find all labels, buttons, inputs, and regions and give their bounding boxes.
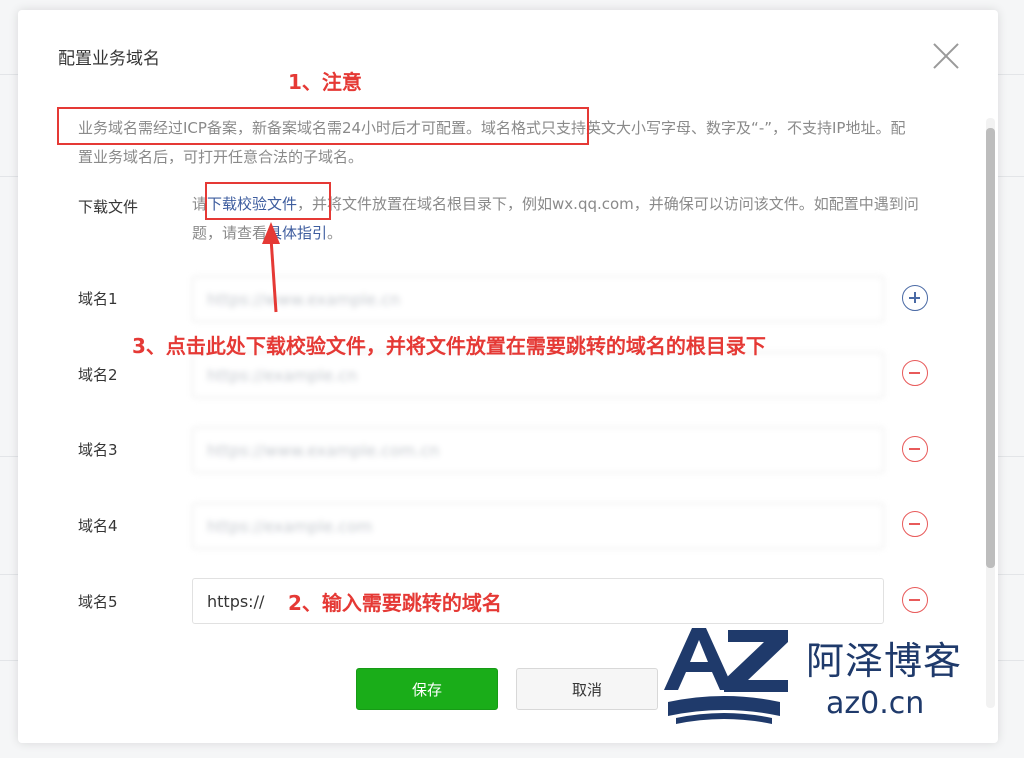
download-file-label: 下载文件 [78, 198, 139, 216]
annotation-box-notice [57, 107, 589, 145]
annotation-note-1: 1、注意 [288, 70, 362, 94]
annotation-box-download [205, 182, 331, 220]
add-domain-icon[interactable] [902, 285, 928, 311]
domain-1-input[interactable] [192, 276, 884, 322]
download-suffix: 。 [327, 224, 343, 242]
domain-3-input[interactable] [192, 427, 884, 473]
dialog-title: 配置业务域名 [58, 49, 160, 69]
remove-domain-icon[interactable] [902, 360, 928, 386]
scrollbar-thumb[interactable] [986, 128, 995, 568]
az-logo-icon [664, 628, 788, 724]
domain-3-label: 域名3 [78, 441, 118, 459]
watermark-name: 阿泽博客 [806, 639, 963, 683]
domain-2-label: 域名2 [78, 366, 118, 384]
watermark-domain: az0.cn [826, 686, 925, 721]
save-button[interactable]: 保存 [356, 668, 498, 710]
annotation-note-3: 3、点击此处下载校验文件，并将文件放置在需要跳转的域名的根目录下 [132, 334, 766, 358]
remove-domain-icon[interactable] [902, 436, 928, 462]
scrollbar[interactable] [986, 118, 995, 708]
domain-4-label: 域名4 [78, 517, 118, 535]
close-icon[interactable] [932, 42, 960, 70]
remove-domain-icon[interactable] [902, 511, 928, 537]
annotation-note-2: 2、输入需要跳转的域名 [288, 591, 502, 615]
domain-4-input[interactable] [192, 503, 884, 549]
domain-1-label: 域名1 [78, 290, 118, 308]
guide-link[interactable]: 具体指引 [267, 224, 327, 242]
domain-5-label: 域名5 [78, 593, 118, 611]
remove-domain-icon[interactable] [902, 587, 928, 613]
cancel-button[interactable]: 取消 [516, 668, 658, 710]
